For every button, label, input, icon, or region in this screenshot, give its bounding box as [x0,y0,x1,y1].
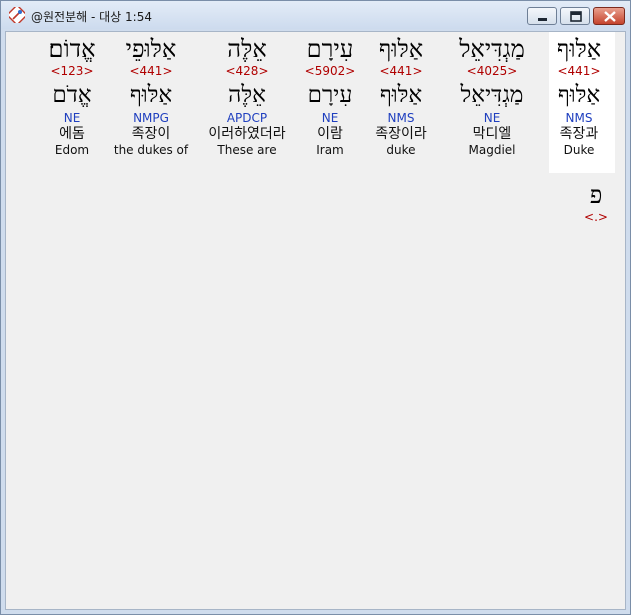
hebrew-word: עִירָם [306,35,354,63]
lemma: אַלּוּף [557,82,601,108]
punctuation-card[interactable]: פ <.> [576,180,616,224]
close-button[interactable] [593,7,625,25]
hebrew-word: אַלּוּף [378,35,424,63]
morphology-code: NE [63,111,81,125]
korean-gloss: 이러하였더라 [208,126,286,142]
english-gloss: Edom [54,143,90,157]
minimize-icon [538,18,547,21]
korean-gloss: 이람 [317,126,343,142]
word-card[interactable]: עִירָם <5902> עִירָם NE 이람 Iram [290,34,370,157]
word-analysis-panel: אַלּוּף <441> אַלּוּף NMS 족장과 Duke מַגְד… [5,31,626,610]
korean-gloss: 막디엘 [472,126,512,142]
strong-number[interactable]: <4025> [452,64,532,78]
english-gloss: Magdiel [468,143,516,157]
korean-gloss: 족장이라 [375,126,427,142]
strong-number[interactable]: <441> [539,64,619,78]
morphology-code: NMPG [133,111,169,125]
morphology-code: NMS [565,111,593,125]
hebrew-word: אֵלֶּה [227,35,267,63]
strong-number[interactable]: <441> [361,64,441,78]
hebrew-word: אַלּוּפֵי [125,35,177,63]
punctuation-code[interactable]: <.> [576,210,616,224]
word-card[interactable]: מַגְדִּיאֵל <4025> מַגְדִּיאֵל NE 막디엘 Ma… [452,34,532,157]
lemma: מַגְדִּיאֵל [460,82,524,108]
maximize-icon [570,11,582,22]
english-gloss: These are [217,143,277,157]
korean-gloss: 족장과 [559,126,599,142]
morphology-code: NMS [387,111,415,125]
morphology-code: NE [321,111,339,125]
word-card[interactable]: אַלּוּף <441> אַלּוּף NMS 족장이라 duke [361,34,441,157]
english-gloss: duke [386,143,416,157]
strong-number[interactable]: <5902> [290,64,370,78]
hebrew-word: אֱדוֹם׃ [48,35,96,63]
morphology-code: APDCP [226,111,268,125]
english-gloss: the dukes of [113,143,189,157]
hebrew-word: מַגְדִּיאֵל [459,35,525,63]
maximize-button[interactable] [560,7,590,25]
app-icon [9,7,25,23]
strong-number[interactable]: <441> [109,64,193,78]
title-bar[interactable]: @원전분해 - 대상 1:54 [1,1,630,29]
lemma: אֵלֶּה [228,82,266,108]
english-gloss: Iram [316,143,344,157]
korean-gloss: 에돔 [59,126,85,142]
lemma: אַלּוּף [129,82,173,108]
lemma: אֱדֹם [52,82,92,108]
strong-number[interactable]: <428> [202,64,292,78]
word-card[interactable]: אֵלֶּה <428> אֵלֶּה APDCP 이러하였더라 These a… [202,34,292,157]
window-title: @원전분해 - 대상 1:54 [31,10,152,24]
close-icon [604,11,616,22]
word-card[interactable]: אֱדוֹם׃ <123> אֱדֹם NE 에돔 Edom [32,34,112,157]
lemma: עִירָם [307,82,353,108]
hebrew-punctuation: פ [589,181,603,209]
word-card[interactable]: אַלּוּפֵי <441> אַלּוּף NMPG 족장이 the duk… [109,34,193,157]
minimize-button[interactable] [527,7,557,25]
morphology-code: NE [483,111,501,125]
app-window: @원전분해 - 대상 1:54 אַלּוּף <441> אַלּוּף NM… [0,0,631,615]
hebrew-word: אַלּוּף [556,35,602,63]
english-gloss: Duke [563,143,595,157]
word-card[interactable]: אַלּוּף <441> אַלּוּף NMS 족장과 Duke [539,34,619,157]
strong-number[interactable]: <123> [32,64,112,78]
lemma: אַלּוּף [379,82,423,108]
korean-gloss: 족장이 [131,126,171,142]
